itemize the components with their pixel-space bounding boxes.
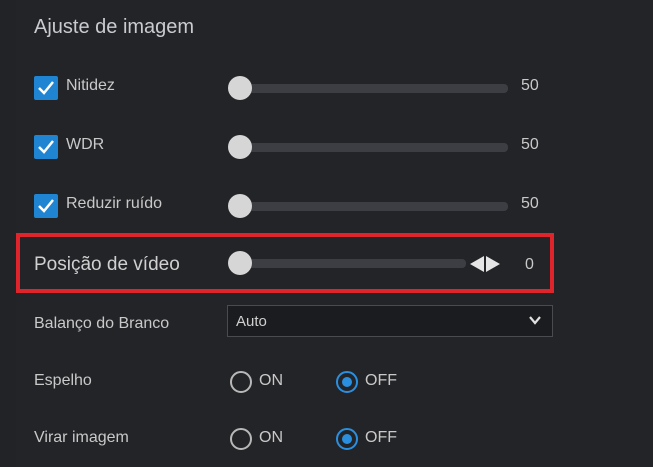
flip-off-radio[interactable] [336,428,358,450]
wdr-value: 50 [521,136,539,153]
check-icon [38,81,54,95]
check-icon [38,199,54,213]
white-balance-selected: Auto [236,313,267,330]
chevron-down-icon [529,316,541,325]
noise-reduction-slider-handle[interactable] [228,194,252,218]
mirror-on-label: ON [259,372,283,389]
wdr-slider-track[interactable] [240,143,508,152]
mirror-label: Espelho [34,372,92,389]
video-position-label: Posição de vídeo [34,254,180,275]
flip-on-radio[interactable] [230,428,252,450]
flip-off-label: OFF [365,429,397,446]
flip-on-label: ON [259,429,283,446]
check-icon [38,140,54,154]
video-position-slider-handle[interactable] [228,251,252,275]
noise-reduction-label: Reduzir ruído [66,195,163,212]
arrow-right-icon[interactable] [486,256,500,272]
white-balance-label: Balanço do Branco [34,315,170,332]
wdr-label: WDR [66,136,105,153]
noise-reduction-value: 50 [521,195,539,212]
video-position-value: 0 [525,256,534,273]
mirror-off-label: OFF [365,372,397,389]
sharpness-label: Nitidez [66,77,115,94]
sharpness-checkbox[interactable] [34,76,58,100]
mirror-off-radio[interactable] [336,371,358,393]
sharpness-row: Nitidez 50 [0,67,653,107]
wdr-slider-handle[interactable] [228,135,252,159]
flip-label: Virar imagem [34,429,129,446]
section-title: Ajuste de imagem [34,16,195,38]
wdr-row: WDR 50 [0,126,653,166]
wdr-checkbox[interactable] [34,135,58,159]
noise-reduction-slider-track[interactable] [240,202,508,211]
noise-reduction-checkbox[interactable] [34,194,58,218]
sharpness-slider-track[interactable] [240,84,508,93]
arrow-left-icon[interactable] [470,256,484,272]
noise-reduction-row: Reduzir ruído 50 [0,185,653,225]
sharpness-slider-handle[interactable] [228,76,252,100]
video-position-slider-track[interactable] [240,259,466,268]
white-balance-select[interactable]: Auto [227,305,553,337]
sharpness-value: 50 [521,77,539,94]
mirror-on-radio[interactable] [230,371,252,393]
